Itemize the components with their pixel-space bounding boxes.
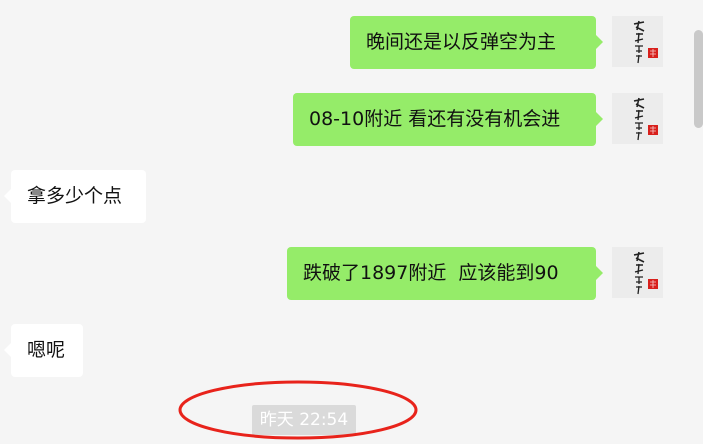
red-annotation-circle [178, 380, 418, 440]
scrollbar-thumb[interactable] [694, 30, 703, 128]
chat-window: 晚间还是以反弹空为主 08-10附近 看还有没有机会进 拿多少个点 跌破了189… [0, 0, 703, 444]
